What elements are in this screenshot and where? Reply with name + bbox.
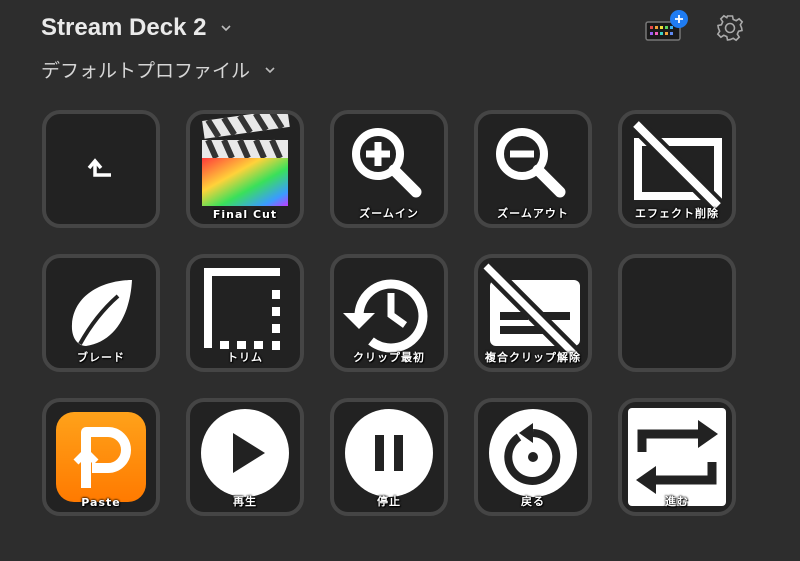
key-trim[interactable]: トリム [186,254,304,372]
key-grid: Final Cut ズームイン ズームアウト エフェクト削除 ブレード トリム … [42,110,736,516]
zoom-in-icon [352,128,422,198]
key-label: Paste [81,496,121,509]
profile-name: デフォルトプロファイル [41,60,251,82]
clip-start-history-icon [343,279,428,353]
chevron-down-icon [264,66,276,74]
profile-selector[interactable]: デフォルトプロファイル [41,56,276,83]
key-label: ズームイン [359,207,419,220]
blade-leaf-icon [71,280,132,346]
add-badge-icon [670,10,688,28]
key-label: クリップ最初 [353,351,425,364]
key-label: 複合クリップ解除 [485,351,581,364]
key-label: トリム [227,351,263,364]
rewind-icon [489,409,577,497]
key-label: 進む [665,495,689,508]
key-zoom-in[interactable]: ズームイン [330,110,448,228]
key-zoom-out[interactable]: ズームアウト [474,110,592,228]
gear-icon [716,14,744,42]
key-clip-start[interactable]: クリップ最初 [330,254,448,372]
key-final-cut[interactable]: Final Cut [186,110,304,228]
key-label: ズームアウト [497,207,569,220]
return-arrow-icon [87,158,111,177]
key-paste[interactable]: Paste [42,398,160,516]
key-label: エフェクト削除 [635,207,719,220]
chevron-down-icon [220,24,232,32]
key-label: ブレード [77,351,125,364]
key-forward[interactable]: 進む [618,398,736,516]
key-blade[interactable]: ブレード [42,254,160,372]
key-compound-clip-release[interactable]: 複合クリップ解除 [474,254,592,372]
key-label: Final Cut [212,208,278,221]
device-selector[interactable]: Stream Deck 2 [41,14,232,42]
settings-button[interactable] [714,12,746,48]
key-label: 戻る [521,495,545,508]
key-play[interactable]: 再生 [186,398,304,516]
device-name: Stream Deck 2 [41,14,207,41]
store-button[interactable] [644,10,690,46]
key-pause[interactable]: 停止 [330,398,448,516]
play-icon [201,409,289,497]
key-empty[interactable] [618,254,736,372]
pause-icon [345,409,433,497]
zoom-out-icon [496,128,566,198]
key-rewind[interactable]: 戻る [474,398,592,516]
key-return[interactable] [42,110,160,228]
key-remove-effect[interactable]: エフェクト削除 [618,110,736,228]
key-label: 再生 [233,495,257,508]
key-label: 停止 [377,495,401,508]
